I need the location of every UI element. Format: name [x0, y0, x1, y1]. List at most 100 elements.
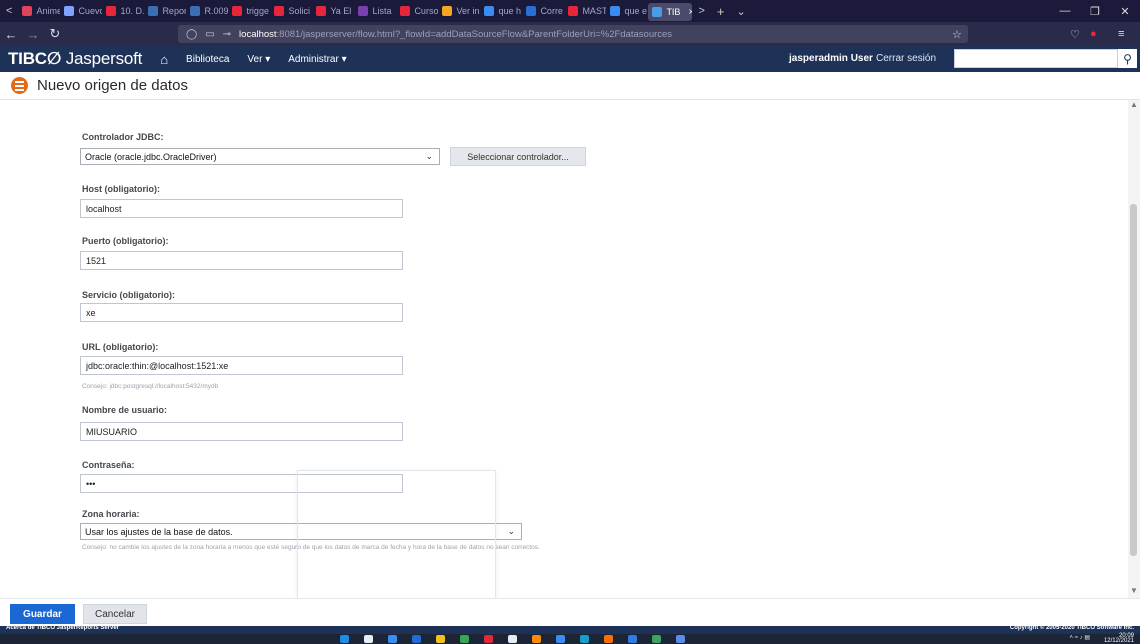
chevron-down-icon: ⌄ [507, 526, 515, 536]
extension-icon[interactable]: ● [1090, 22, 1097, 46]
host-label: Host (obligatorio): [82, 184, 160, 194]
faded-popup [297, 470, 496, 598]
jdbc-driver-value: Oracle (oracle.jdbc.OracleDriver) [85, 151, 217, 162]
clock[interactable]: 20:09 12/12/2021 [1103, 633, 1134, 644]
tab-label: Solici [288, 6, 310, 16]
browser-tab[interactable]: MAST [564, 0, 606, 22]
jdbc-driver-label: Controlador JDBC: [82, 132, 164, 142]
tab-favicon-icon [442, 6, 453, 16]
tibco-jaspersoft-logo[interactable]: TIBC∅ Jaspersoft [0, 49, 142, 69]
search-input[interactable] [954, 49, 1118, 68]
forward-icon[interactable]: → [22, 27, 44, 42]
home-icon[interactable]: ⌂ [160, 52, 168, 67]
tab-label: Anime [36, 6, 61, 16]
os-taskbar: ˄ ≈ ♪ ▤ 20:09 12/12/2021 [0, 633, 1140, 644]
menu-biblioteca[interactable]: Biblioteca [186, 54, 229, 65]
browser-tab-strip: < Anime Cuevo 10. D. Repor R.009 trigge Solici… [0, 0, 1140, 22]
browser-tab[interactable]: R.009 [186, 0, 228, 22]
tab-scroll-left-icon[interactable]: < [0, 5, 18, 17]
scroll-thumb[interactable] [1130, 204, 1137, 556]
url-host: localhost [239, 28, 277, 40]
browser-tab[interactable]: Cuevo [60, 0, 102, 22]
service-label: Servicio (obligatorio): [82, 290, 176, 300]
taskbar-app-icon[interactable] [460, 635, 469, 643]
port-label: Puerto (obligatorio): [82, 236, 169, 246]
datasource-form: Controlador JDBC: Oracle (oracle.jdbc.Or… [0, 100, 1128, 598]
close-window-icon[interactable]: ✕ [1110, 0, 1140, 22]
page-scrollbar[interactable]: ▲ ▼ [1128, 100, 1140, 598]
browser-tab[interactable]: que e [606, 0, 648, 22]
about-link[interactable]: Acerca de TIBCO JasperReports Server [6, 625, 119, 631]
reload-icon[interactable]: ↻ [44, 26, 66, 42]
pocket-icon[interactable]: ♡ [1070, 22, 1080, 46]
taskbar-app-icon[interactable] [652, 635, 661, 643]
taskbar-app-icon[interactable] [364, 635, 373, 643]
taskbar-app-icon[interactable] [484, 635, 493, 643]
browser-tab[interactable]: trigge [228, 0, 270, 22]
taskbar-app-icon[interactable] [436, 635, 445, 643]
browser-tab[interactable]: Ver in [438, 0, 480, 22]
taskbar-app-icon[interactable] [340, 635, 349, 643]
key-icon: ⊸ [222, 28, 232, 40]
browser-tab[interactable]: Curso [396, 0, 438, 22]
search-icon[interactable]: ⚲ [1118, 49, 1137, 68]
page-icon: ▭ [205, 28, 215, 40]
timezone-value: Usar los ajustes de la base de datos. [85, 526, 233, 537]
tab-favicon-icon [526, 6, 537, 16]
tab-favicon-icon [316, 6, 327, 16]
system-tray[interactable]: ˄ ≈ ♪ ▤ [1070, 634, 1090, 641]
browser-tab[interactable]: Corre [522, 0, 564, 22]
tab-list-chevron-icon[interactable]: ⌄ [730, 5, 751, 18]
service-field[interactable]: xe [80, 303, 403, 322]
tab-favicon-icon [190, 6, 201, 16]
tab-favicon-icon [400, 6, 411, 16]
cancel-button[interactable]: Cancelar [83, 604, 147, 624]
username-field[interactable]: MIUSUARIO [80, 422, 403, 441]
url-field[interactable]: jdbc:oracle:thin:@localhost:1521:xe [80, 356, 403, 375]
tab-favicon-icon [22, 6, 33, 16]
taskbar-app-icon[interactable] [628, 635, 637, 643]
browser-tab[interactable]: Lista [354, 0, 396, 22]
taskbar-app-icon[interactable] [676, 635, 685, 643]
taskbar-app-icon[interactable] [508, 635, 517, 643]
jdbc-driver-select[interactable]: Oracle (oracle.jdbc.OracleDriver) ⌄ [80, 148, 440, 165]
browser-tab[interactable]: TIB × [648, 3, 693, 21]
bookmark-star-icon[interactable]: ☆ [952, 22, 962, 46]
tab-favicon-icon [610, 6, 621, 16]
logout-link[interactable]: Cerrar sesión [876, 53, 936, 64]
url-bar[interactable]: ◯ ▭ ⊸ localhost:8081/jasperserver/flow.h… [178, 25, 968, 43]
taskbar-app-icon[interactable] [412, 635, 421, 643]
minimize-icon[interactable]: — [1050, 0, 1080, 22]
back-icon[interactable]: ← [0, 27, 22, 42]
menu-ver[interactable]: Ver ▾ [247, 54, 270, 65]
menu-administrar[interactable]: Administrar ▾ [288, 54, 346, 65]
new-tab-icon[interactable]: + [711, 4, 731, 19]
browser-tab[interactable]: Anime [18, 0, 60, 22]
chevron-down-icon: ⌄ [425, 151, 433, 161]
clock-date: 12/12/2021 [1103, 638, 1134, 644]
taskbar-app-icon[interactable] [388, 635, 397, 643]
tab-label: Ya El [330, 6, 352, 16]
scroll-up-icon[interactable]: ▲ [1130, 100, 1138, 109]
taskbar-app-icon[interactable] [580, 635, 589, 643]
taskbar-app-icon[interactable] [532, 635, 541, 643]
port-field[interactable]: 1521 [80, 251, 403, 270]
scroll-down-icon[interactable]: ▼ [1130, 586, 1138, 595]
tab-scroll-right-icon[interactable]: > [692, 5, 710, 17]
browser-tab[interactable]: Repor [144, 0, 186, 22]
taskbar-app-icon[interactable] [604, 635, 613, 643]
username-label: Nombre de usuario: [82, 405, 168, 415]
shield-icon: ◯ [186, 28, 198, 40]
datasource-icon [11, 77, 28, 94]
url-hint: Consejo: jdbc:postgresql://localhost:543… [82, 383, 219, 390]
host-field[interactable]: localhost [80, 199, 403, 218]
browser-tab[interactable]: Solici [270, 0, 312, 22]
app-menu-icon[interactable]: ≡ [1118, 22, 1124, 46]
restore-icon[interactable]: ❐ [1080, 0, 1110, 22]
browser-tab[interactable]: que h [480, 0, 522, 22]
browser-tab[interactable]: Ya El [312, 0, 354, 22]
save-button[interactable]: Guardar [10, 604, 75, 624]
select-driver-button[interactable]: Seleccionar controlador... [450, 147, 586, 166]
taskbar-app-icon[interactable] [556, 635, 565, 643]
browser-tab[interactable]: 10. D. [102, 0, 144, 22]
